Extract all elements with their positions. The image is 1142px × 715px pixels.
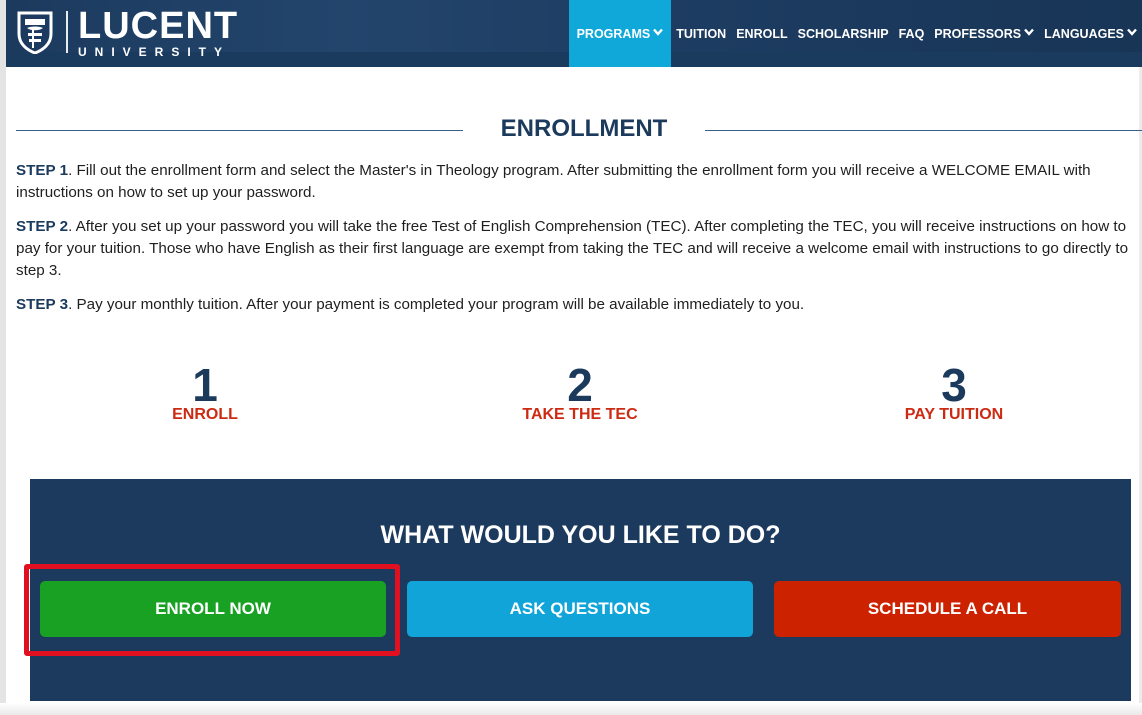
chevron-down-icon	[1127, 28, 1137, 39]
window-edge-left	[0, 0, 6, 715]
nav-item-tuition[interactable]: TUITION	[671, 0, 731, 67]
step-label: STEP 1	[16, 162, 69, 179]
cta-panel: WHAT WOULD YOU LIKE TO DO? ENROLL NOW AS…	[30, 479, 1131, 701]
divider-line	[705, 130, 1142, 131]
nav-item-label: TUITION	[676, 26, 727, 41]
step-number: 1	[192, 359, 218, 411]
step-number: 3	[941, 359, 967, 411]
nav-item-label: PROGRAMS	[576, 26, 651, 41]
step-summary-item: 1 ENROLL	[75, 359, 335, 424]
cta-title: WHAT WOULD YOU LIKE TO DO?	[380, 521, 781, 549]
logo-divider	[66, 11, 68, 53]
nav-item-professors[interactable]: PROFESSORS	[929, 0, 1039, 67]
step-summary-item: 3 PAY TUITION	[824, 359, 1084, 424]
nav-item-label: SCHOLARSHIP	[797, 26, 889, 41]
step-paragraph: STEP 1. Fill out the enrollment form and…	[16, 160, 1136, 204]
logo-subtitle: UNIVERSITY	[78, 44, 231, 59]
nav-item-label: PROFESSORS	[934, 26, 1022, 41]
schedule-call-button[interactable]: SCHEDULE A CALL	[774, 581, 1121, 637]
nav-item-programs[interactable]: PROGRAMS	[568, 0, 672, 67]
step-summary-item: 2 TAKE THE TEC	[450, 359, 710, 424]
step-label: STEP 2	[16, 218, 69, 235]
nav-item-label: ENROLL	[736, 26, 788, 41]
step-number: 2	[567, 359, 593, 411]
window-edge-bottom	[0, 703, 1142, 715]
enrollment-heading: ENROLLMENT	[16, 113, 1142, 149]
step-text: . Pay your monthly tuition. After your p…	[68, 296, 805, 313]
ask-questions-button[interactable]: ASK QUESTIONS	[407, 581, 753, 637]
nav-item-languages[interactable]: LANGUAGES	[1039, 0, 1142, 67]
site-logo[interactable]: LUCENT UNIVERSITY	[16, 6, 238, 58]
nav-item-faq[interactable]: FAQ	[894, 0, 930, 67]
step-summary-label: PAY TUITION	[904, 406, 1004, 423]
step-summary-label: TAKE THE TEC	[522, 406, 638, 423]
divider-line	[16, 130, 463, 131]
nav-item-enroll[interactable]: ENROLL	[731, 0, 792, 67]
enroll-now-button[interactable]: ENROLL NOW	[40, 581, 386, 637]
step-paragraph: STEP 3. Pay your monthly tuition. After …	[16, 294, 1136, 316]
enrollment-steps: STEP 1. Fill out the enrollment form and…	[16, 160, 1136, 328]
nav-item-label: FAQ	[898, 26, 925, 41]
logo-wordmark: LUCENT UNIVERSITY	[78, 7, 238, 58]
shield-crest-icon	[16, 10, 54, 55]
step-summary: 1 ENROLL 2 TAKE THE TEC 3 PAY TUITION	[0, 359, 1142, 426]
logo-title: LUCENT	[78, 4, 239, 47]
step-paragraph: STEP 2. After you set up your password y…	[16, 216, 1136, 282]
main-nav: PROGRAMS TUITION ENROLL SCHOLARSHIP FAQ …	[568, 0, 1142, 67]
chevron-down-icon	[653, 28, 664, 39]
step-text: . After you set up your password you wil…	[16, 218, 1129, 279]
nav-item-label: LANGUAGES	[1044, 26, 1124, 41]
step-label: STEP 3	[16, 296, 69, 313]
nav-item-scholarship[interactable]: SCHOLARSHIP	[793, 0, 894, 67]
site-header: LUCENT UNIVERSITY PROGRAMS TUITION ENROL…	[6, 0, 1142, 67]
step-summary-label: ENROLL	[172, 406, 238, 423]
step-text: . Fill out the enrollment form and selec…	[16, 162, 1091, 201]
section-title: ENROLLMENT	[500, 115, 668, 142]
chevron-down-icon	[1024, 28, 1035, 39]
